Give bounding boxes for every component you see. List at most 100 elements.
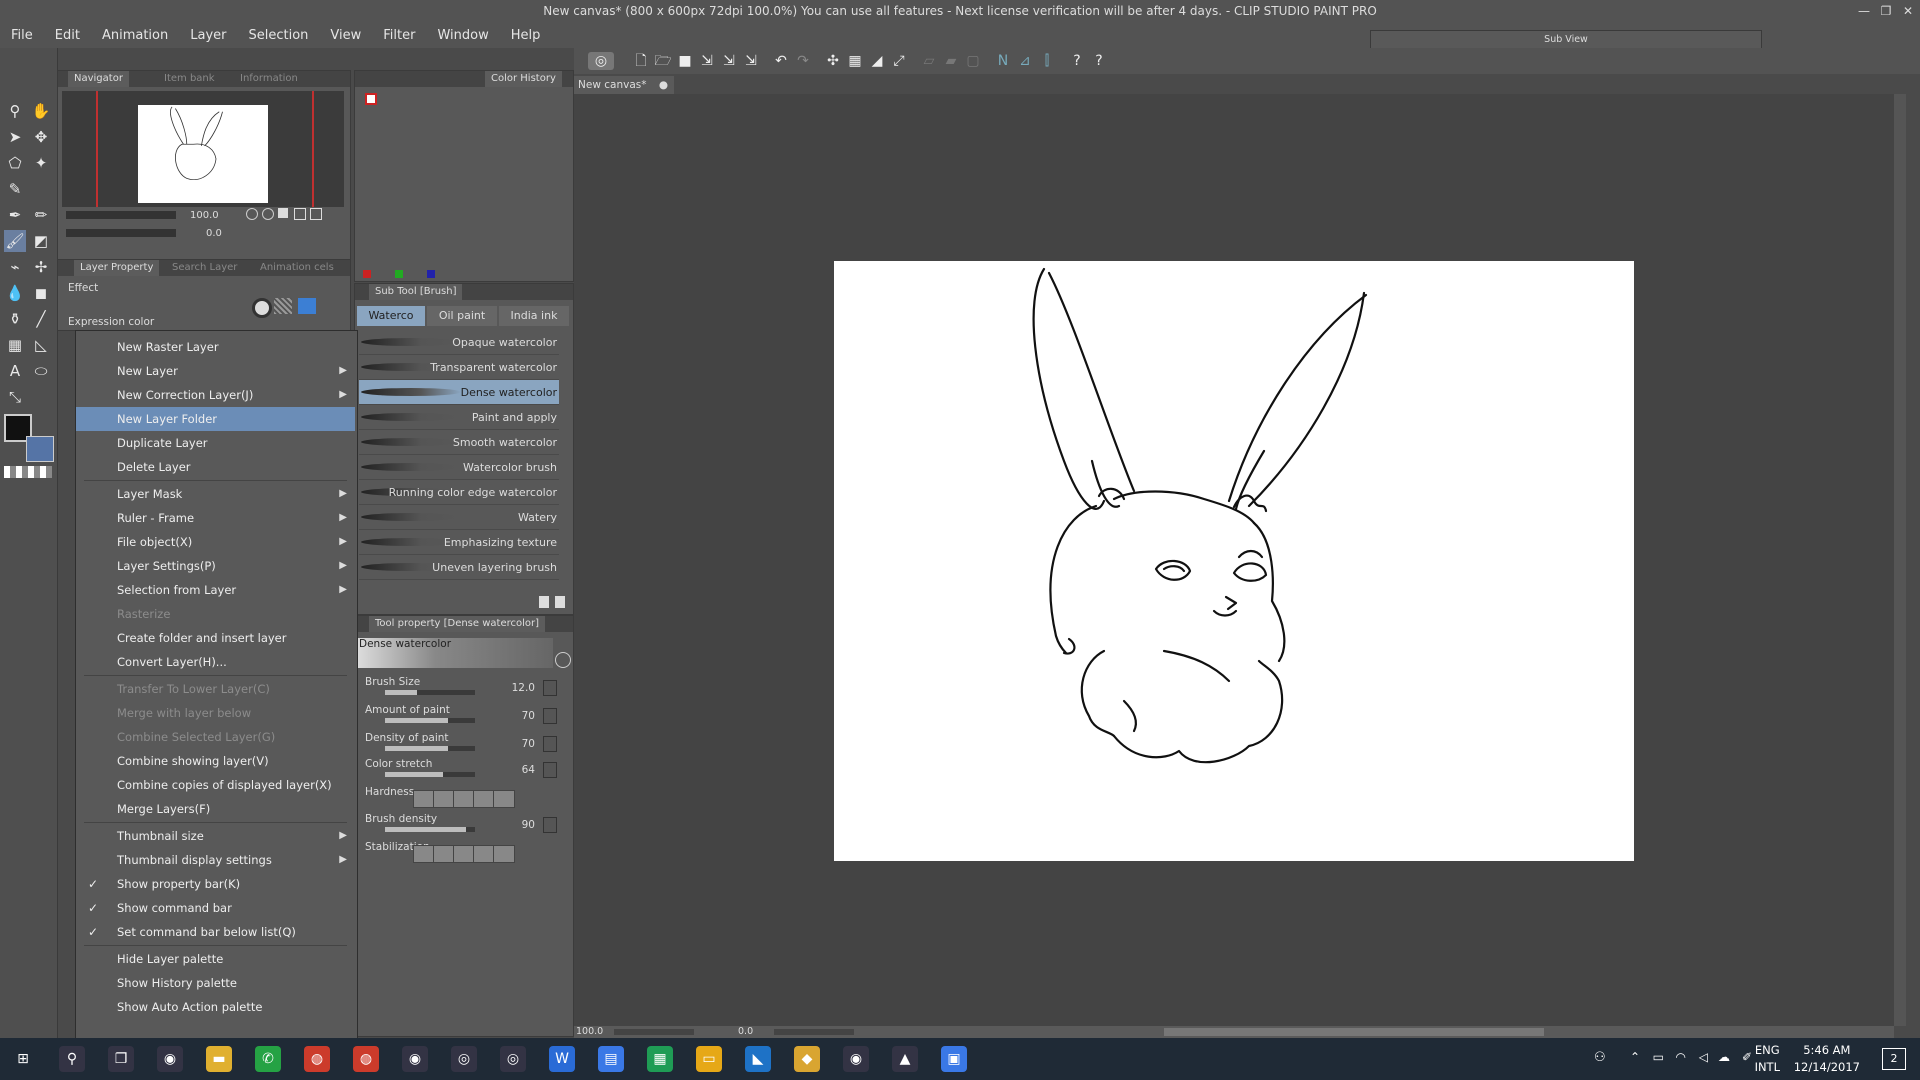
context-menu-item[interactable]: ✓ Show command bar <box>76 896 355 920</box>
brush-item[interactable]: Uneven layering brush <box>359 555 559 580</box>
preset-level-button[interactable] <box>473 845 495 863</box>
group-oil-paint[interactable]: Oil paint <box>427 306 497 326</box>
clip-studio-icon[interactable]: ◎ <box>451 1046 477 1072</box>
chrome-icon[interactable]: ◍ <box>304 1046 330 1072</box>
pressure-icon[interactable] <box>543 680 557 696</box>
start-icon[interactable]: ⊞ <box>10 1046 36 1072</box>
close-tab-icon[interactable]: ● <box>659 76 668 94</box>
save-icon[interactable]: ■ <box>676 52 694 70</box>
preset-level-button[interactable] <box>453 845 475 863</box>
redo-icon[interactable]: ↷ <box>794 52 812 70</box>
airbrush-tool-icon[interactable]: ⌁ <box>4 256 26 278</box>
eraser-tool-icon[interactable]: ◩ <box>30 230 52 252</box>
move-layer-icon[interactable]: ✥ <box>30 126 52 148</box>
preset-level-button[interactable] <box>493 845 515 863</box>
blue-swatch[interactable] <box>427 270 435 278</box>
slides-icon[interactable]: ▭ <box>696 1046 722 1072</box>
context-menu-item[interactable]: ✓ Set command bar below list(Q) <box>76 920 355 944</box>
balloon-tool-icon[interactable]: ⬭ <box>30 360 52 382</box>
file-explorer-icon[interactable]: ▬ <box>206 1046 232 1072</box>
menu-layer[interactable]: Layer <box>179 24 237 48</box>
system-clock[interactable]: 5:46 AM 12/14/2017 <box>1794 1042 1860 1076</box>
tool-property-value[interactable]: 70 <box>495 738 535 750</box>
context-menu-item[interactable]: Combine showing layer(V) <box>76 749 355 773</box>
tab-item-bank[interactable]: Item bank <box>158 71 221 87</box>
flip-icon[interactable] <box>310 208 322 220</box>
context-menu-item[interactable]: Show History palette <box>76 971 355 995</box>
correct-line-tool-icon[interactable]: ⤡ <box>4 386 26 408</box>
tab-search-layer[interactable]: Search Layer <box>166 260 243 276</box>
menu-window[interactable]: Window <box>426 24 499 48</box>
ruler-tool-icon[interactable]: ◺ <box>30 334 52 356</box>
preset-level-button[interactable] <box>413 845 435 863</box>
decoration-tool-icon[interactable]: ✢ <box>30 256 52 278</box>
tool-property-slider[interactable] <box>385 772 475 777</box>
context-menu-item[interactable]: Ruler - Frame ▶ <box>76 506 355 530</box>
context-menu-item[interactable]: File object(X) ▶ <box>76 530 355 554</box>
brush-item[interactable]: Watery <box>359 505 559 530</box>
export-icon-3[interactable]: ⇲ <box>742 52 760 70</box>
wifi-icon[interactable]: ◠ <box>1676 1050 1686 1064</box>
selection-tool-icon[interactable]: ⬠ <box>4 152 26 174</box>
brush-item[interactable]: Paint and apply <box>359 405 559 430</box>
zoom-out-icon[interactable] <box>246 208 258 220</box>
vertical-scrollbar[interactable] <box>1894 94 1906 1026</box>
help-icon-2[interactable]: ? <box>1090 52 1108 70</box>
brush-item[interactable]: Transparent watercolor <box>359 355 559 380</box>
app-icon[interactable]: ◉ <box>157 1046 183 1072</box>
context-menu-item[interactable]: Combine copies of displayed layer(X) <box>76 773 355 797</box>
layer-color-icon[interactable] <box>298 298 316 314</box>
snap-special-icon[interactable]: ⫿ <box>1038 52 1056 70</box>
brush-item[interactable]: Running color edge watercolor <box>359 480 559 505</box>
context-menu-item[interactable]: Show Auto Action palette <box>76 995 355 1019</box>
new-subtool-icon[interactable] <box>539 596 549 608</box>
maximize-button[interactable]: ❐ <box>1876 2 1896 20</box>
brush-item[interactable]: Dense watercolor <box>359 380 559 405</box>
pressure-icon[interactable] <box>543 708 557 724</box>
sub-view-palette[interactable]: Sub View <box>1370 30 1762 50</box>
context-menu-item[interactable]: Convert Layer(H)... <box>76 650 355 674</box>
preset-level-button[interactable] <box>433 845 455 863</box>
minimize-button[interactable]: — <box>1854 2 1874 20</box>
tone-effect-icon[interactable] <box>274 298 292 314</box>
fill-tool-icon[interactable]: ⚱ <box>4 308 26 330</box>
context-menu-item[interactable]: Layer Settings(P) ▶ <box>76 554 355 578</box>
tool-property-value[interactable]: 12.0 <box>495 682 535 694</box>
brush-item[interactable]: Watercolor brush <box>359 455 559 480</box>
whatsapp-icon[interactable]: ✆ <box>255 1046 281 1072</box>
tab-animation-cels[interactable]: Animation cels <box>254 260 340 276</box>
preset-level-button[interactable] <box>413 790 435 808</box>
chrome-icon[interactable]: ◍ <box>353 1046 379 1072</box>
close-button[interactable]: ✕ <box>1898 2 1918 20</box>
tool-property-slider[interactable] <box>385 746 475 751</box>
zoom-in-icon[interactable] <box>262 208 274 220</box>
notification-icon[interactable]: 2 <box>1882 1048 1906 1070</box>
clear-icon[interactable]: ▦ <box>846 52 864 70</box>
show-selection-icon[interactable]: ▢ <box>964 52 982 70</box>
tab-color-history[interactable]: Color History <box>485 71 562 87</box>
tool-property-row[interactable]: Hardness <box>365 786 565 812</box>
gradient-tool-icon[interactable]: ◼ <box>30 282 52 304</box>
menu-edit[interactable]: Edit <box>44 24 91 48</box>
sub-color-swatch[interactable] <box>26 436 54 462</box>
docs-icon[interactable]: ▤ <box>598 1046 624 1072</box>
tool-property-row[interactable]: Amount of paint 70 <box>365 704 565 730</box>
green-swatch[interactable] <box>395 270 403 278</box>
export-icon[interactable]: ⇲ <box>698 52 716 70</box>
tab-information[interactable]: Information <box>234 71 304 87</box>
tool-property-value[interactable]: 70 <box>495 710 535 722</box>
group-india-ink[interactable]: India ink <box>499 306 569 326</box>
tool-property-row[interactable]: Brush Size 12.0 <box>365 676 565 702</box>
tool-property-row[interactable]: Color stretch 64 <box>365 758 565 784</box>
snap-grid-icon[interactable]: ⊿ <box>1016 52 1034 70</box>
brush-item[interactable]: Opaque watercolor <box>359 330 559 355</box>
clip-studio-icon[interactable]: ◎ <box>500 1046 526 1072</box>
menu-view[interactable]: View <box>319 24 372 48</box>
pen-icon[interactable]: ✐ <box>1742 1050 1752 1064</box>
menu-filter[interactable]: Filter <box>372 24 426 48</box>
zoom-tool-icon[interactable]: ⚲ <box>4 100 26 122</box>
tool-property-slider[interactable] <box>385 718 475 723</box>
task-view-icon[interactable]: ❐ <box>108 1046 134 1072</box>
context-menu-item[interactable]: Hide Layer palette <box>76 947 355 971</box>
volume-icon[interactable]: ◁ <box>1699 1050 1708 1064</box>
